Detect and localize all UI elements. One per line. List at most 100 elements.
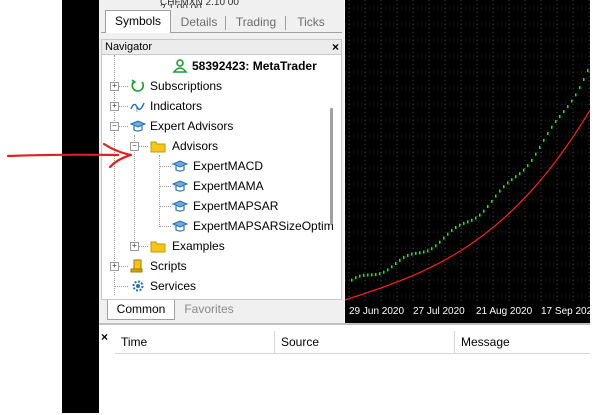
price-bar: [371, 273, 373, 277]
tab-symbols[interactable]: Symbols: [105, 10, 171, 33]
price-bars: [351, 69, 589, 282]
graduation-cap-icon: [172, 200, 188, 212]
subscriptions-label: Subscriptions: [150, 79, 223, 93]
price-bar: [431, 247, 433, 251]
advisors-label: Advisors: [172, 139, 219, 153]
price-bar: [387, 268, 389, 272]
price-bar: [359, 274, 361, 278]
price-bar: [399, 258, 401, 262]
price-bar: [551, 125, 553, 129]
price-bar: [559, 115, 561, 118]
tree-item-scripts[interactable]: + Scripts: [102, 256, 341, 276]
price-bar: [419, 251, 421, 255]
collapse-icon[interactable]: −: [110, 122, 119, 131]
price-bar: [383, 270, 385, 274]
folder-icon: [150, 241, 166, 253]
navigator-title: Navigator: [105, 41, 153, 53]
expand-icon[interactable]: +: [110, 82, 119, 91]
graduation-cap-icon: [172, 180, 188, 192]
chart-grid: [345, 0, 590, 303]
tab-separator: [225, 16, 226, 30]
scripts-label: Scripts: [150, 259, 187, 273]
expand-icon[interactable]: +: [110, 102, 119, 111]
tab-ticks[interactable]: Ticks: [289, 12, 333, 32]
expert-label: ExpertMAPSAR: [193, 199, 279, 213]
tree-item-services[interactable]: Services: [102, 276, 341, 296]
price-bar: [507, 181, 509, 185]
price-bar: [467, 220, 469, 224]
graduation-cap-icon: [172, 160, 188, 172]
price-bar: [351, 278, 353, 282]
price-bar: [495, 194, 497, 198]
graduation-cap-icon: [172, 220, 188, 232]
price-bar: [479, 213, 481, 217]
tab-trading[interactable]: Trading: [228, 12, 284, 32]
gear-icon: [132, 280, 144, 292]
right-window-edge: [590, 0, 598, 413]
tree-line: [159, 206, 171, 207]
user-icon: [172, 59, 188, 73]
price-bar: [523, 168, 525, 172]
tab-details[interactable]: Details: [173, 12, 225, 32]
price-bar: [587, 69, 589, 73]
tab-common[interactable]: Common: [107, 300, 175, 320]
tree-line: [159, 186, 171, 187]
subscriptions-icon: [131, 79, 145, 92]
price-bar: [539, 145, 541, 149]
price-bar: [447, 232, 449, 236]
price-bar: [579, 86, 581, 90]
expand-icon[interactable]: +: [110, 262, 119, 271]
price-bar: [543, 138, 545, 142]
tab-favorites[interactable]: Favorites: [179, 300, 239, 319]
x-tick-label: 21 Aug 2020: [476, 306, 533, 317]
price-bar: [435, 244, 437, 248]
price-bar: [575, 93, 577, 97]
tree-scrollbar[interactable]: [330, 108, 333, 224]
price-bar: [531, 158, 533, 162]
price-bar: [563, 110, 565, 114]
folder-icon: [150, 141, 166, 153]
price-bar: [391, 265, 393, 269]
price-bar: [395, 262, 397, 265]
expert-label: ExpertMACD: [193, 159, 264, 173]
tree-item-subscriptions[interactable]: + Subscriptions: [102, 76, 341, 96]
price-bar: [503, 185, 505, 189]
price-chart[interactable]: [345, 0, 590, 323]
price-bar: [403, 256, 405, 259]
expand-icon[interactable]: +: [130, 242, 139, 251]
price-bar: [443, 236, 445, 240]
price-bar: [515, 175, 517, 179]
toolbox-column-header: Time Source Message: [115, 331, 590, 354]
price-bar: [547, 132, 549, 136]
tree-item-expert[interactable]: ExpertMAPSAR: [102, 196, 341, 216]
tree-item-examples[interactable]: + Examples: [102, 236, 341, 256]
x-tick-label: 29 Jun 2020: [349, 306, 405, 317]
price-bar: [491, 199, 493, 203]
market-watch-tabs: Symbols Details Trading Ticks: [101, 8, 342, 33]
tree-item-expert[interactable]: ExpertMAPSARSizeOptim: [102, 216, 341, 236]
navigator-close-icon[interactable]: ×: [332, 40, 339, 54]
account-label: 58392423: MetaTrader: [192, 59, 317, 73]
price-bar: [367, 273, 369, 277]
toolbox-close-icon[interactable]: ×: [101, 330, 108, 344]
column-source[interactable]: Source: [275, 331, 455, 353]
navigator-bottom-tabs: Common Favorites: [101, 299, 342, 320]
column-time[interactable]: Time: [115, 331, 275, 353]
tree-item-account[interactable]: 58392423: MetaTrader: [102, 56, 341, 76]
price-bar: [455, 226, 457, 229]
price-bar: [415, 251, 417, 255]
tree-item-indicators[interactable]: + f Indicators: [102, 96, 341, 116]
price-bar: [583, 78, 585, 81]
column-message[interactable]: Message: [455, 331, 590, 353]
expert-label: ExpertMAMA: [193, 179, 264, 193]
price-bar: [407, 254, 409, 257]
indicators-icon: f: [130, 102, 145, 113]
price-bar: [423, 250, 425, 254]
price-bar: [439, 240, 441, 244]
price-bar: [499, 189, 501, 193]
price-bar: [487, 205, 489, 208]
scripts-icon: [130, 259, 143, 273]
tree-line: [114, 286, 128, 287]
tree-item-expert-advisors[interactable]: − Expert Advisors: [102, 116, 341, 136]
price-bar: [471, 218, 473, 222]
